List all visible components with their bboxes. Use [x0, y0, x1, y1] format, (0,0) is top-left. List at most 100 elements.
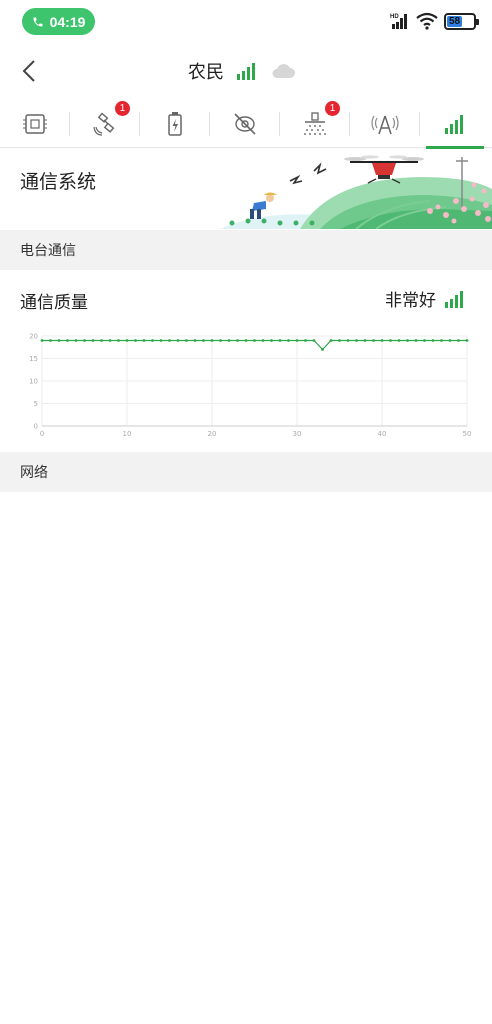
quality-label: 通信质量	[20, 293, 88, 313]
data-point	[168, 339, 171, 342]
data-point	[108, 339, 112, 342]
chip-icon	[23, 113, 47, 134]
chart-x-ticks: 0 10 20 30 40 50	[40, 430, 472, 438]
data-point	[465, 339, 469, 342]
farmer-figure	[250, 192, 277, 219]
data-point	[219, 339, 222, 342]
x-tick-label: 10	[123, 430, 132, 438]
data-point	[40, 339, 44, 342]
data-point	[278, 339, 282, 342]
data-point	[100, 339, 103, 342]
sensor-off-icon	[234, 112, 256, 135]
top-bar: 农民	[0, 50, 492, 92]
data-point	[185, 339, 188, 342]
sprayer-alert-badge: 1	[325, 100, 340, 116]
data-point	[287, 339, 290, 342]
signal-icon	[445, 114, 463, 134]
data-point	[210, 339, 214, 342]
data-point	[423, 339, 426, 342]
y-tick-label: 0	[34, 423, 38, 431]
data-point	[397, 339, 401, 342]
data-point	[270, 339, 273, 342]
section-title: 通信系统	[20, 171, 97, 193]
chart-grid	[41, 335, 468, 427]
data-point	[363, 339, 367, 342]
data-point	[304, 339, 307, 342]
data-point	[312, 339, 316, 342]
status-bar: 04:19 HD 58	[0, 0, 492, 42]
data-point	[193, 339, 197, 342]
x-tick-label: 20	[208, 430, 217, 438]
data-point	[66, 339, 69, 342]
satellite-icon	[93, 112, 115, 136]
data-point	[91, 339, 95, 342]
data-point	[321, 348, 324, 351]
data-point	[406, 339, 409, 342]
data-point	[389, 339, 392, 342]
data-point	[448, 339, 452, 342]
tab-battery[interactable]	[140, 100, 210, 148]
data-point	[74, 339, 78, 342]
data-point	[57, 339, 61, 342]
sprayer-icon	[304, 111, 326, 135]
page-title: 农民	[188, 62, 224, 83]
network-section-header: 网络	[0, 452, 492, 492]
data-point	[176, 339, 180, 342]
data-point	[338, 339, 341, 342]
y-tick-label: 20	[29, 333, 38, 341]
chart-y-ticks: 0 5 10 15 20	[29, 333, 38, 431]
x-tick-label: 50	[463, 430, 472, 438]
data-point	[329, 339, 333, 342]
data-point	[414, 339, 418, 342]
data-point	[202, 339, 205, 342]
y-tick-label: 15	[29, 355, 38, 363]
data-point	[295, 339, 299, 342]
communication-banner: 通信系统	[0, 149, 492, 229]
call-timer: 04:19	[49, 13, 86, 30]
antenna-icon	[371, 115, 399, 134]
data-point	[49, 339, 52, 342]
hd-label: HD	[390, 14, 399, 20]
x-tick-label: 40	[378, 430, 387, 438]
tab-antenna[interactable]	[350, 100, 420, 148]
ongoing-call-pill[interactable]: 04:19	[22, 8, 95, 35]
data-point	[380, 339, 384, 342]
data-point	[159, 339, 163, 342]
tab-sprayer[interactable]: 1	[280, 100, 350, 148]
quality-row: 通信质量 非常好	[0, 280, 492, 320]
cellular-signal-icon: HD	[390, 14, 407, 29]
battery-icon	[168, 111, 182, 136]
data-point	[244, 339, 248, 342]
signal-strength-icon	[237, 63, 255, 80]
cloud-icon[interactable]	[270, 61, 296, 81]
data-point	[227, 339, 231, 342]
satellite-alert-badge: 1	[115, 100, 130, 116]
y-tick-label: 5	[34, 400, 38, 408]
tab-sensor[interactable]	[210, 100, 280, 148]
data-point	[134, 339, 137, 342]
phone-icon	[33, 17, 43, 26]
data-point	[372, 339, 375, 342]
tab-chip[interactable]	[0, 100, 70, 148]
data-point	[261, 339, 265, 342]
data-point	[253, 339, 256, 342]
quality-value: 非常好	[385, 291, 436, 311]
battery-indicator: 58	[444, 12, 479, 30]
data-point	[431, 339, 435, 342]
y-tick-label: 10	[29, 378, 38, 386]
tab-signal[interactable]	[420, 100, 490, 149]
quality-signal-icon	[445, 290, 463, 308]
back-button[interactable]	[16, 56, 42, 86]
radio-section-header: 电台通信	[0, 230, 492, 270]
data-point	[346, 339, 350, 342]
data-point	[355, 339, 358, 342]
data-point	[457, 339, 460, 342]
x-tick-label: 0	[40, 430, 44, 438]
module-tabs: 1 1	[0, 100, 492, 149]
quality-line-chart: 0 5 10 15 20 0 10 20 30 40 50	[29, 333, 472, 439]
data-point	[125, 339, 129, 342]
data-point	[117, 339, 120, 342]
wifi-icon	[416, 12, 438, 30]
tab-satellite[interactable]: 1	[70, 100, 140, 148]
chevron-left-icon	[22, 60, 35, 82]
